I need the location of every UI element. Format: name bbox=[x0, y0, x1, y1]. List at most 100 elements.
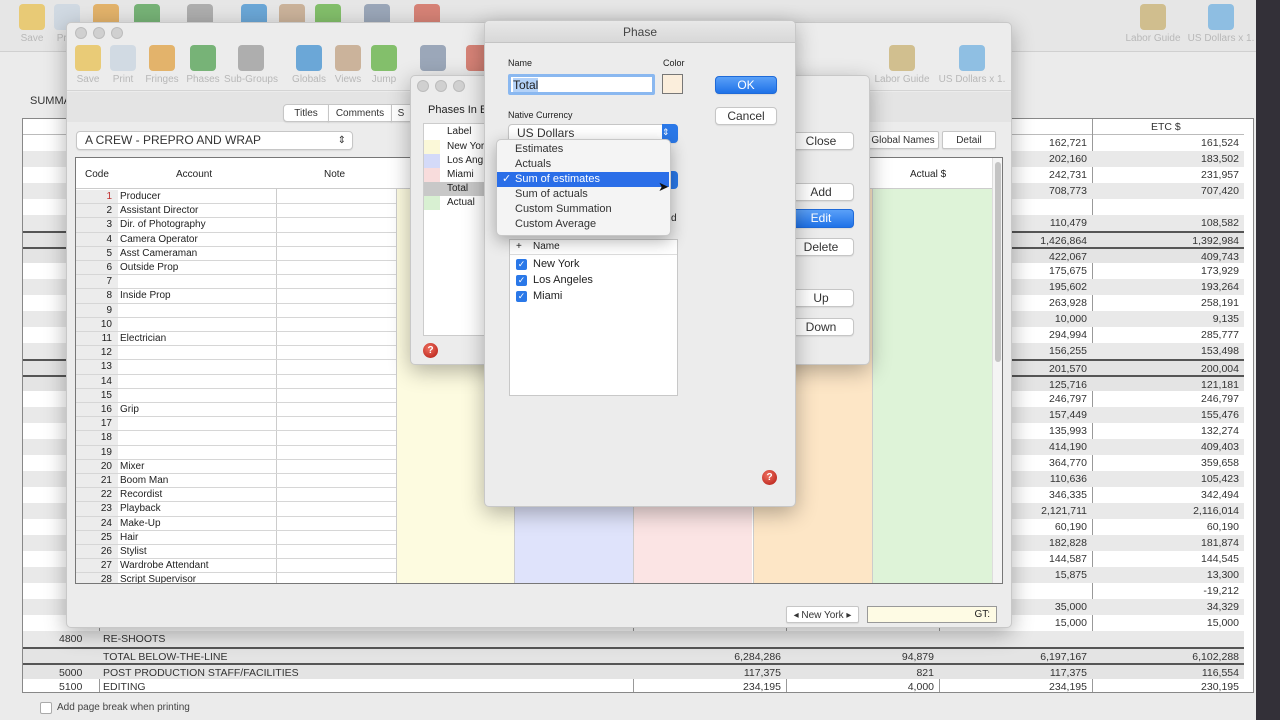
zoom-window-button[interactable] bbox=[111, 27, 123, 39]
menu-item-custom-summation[interactable]: Custom Summation bbox=[497, 202, 669, 217]
d-value-cell: 409,743 bbox=[1201, 251, 1239, 263]
detail-row[interactable]: 8 Inside Prop bbox=[76, 289, 396, 304]
menu-item-actuals[interactable]: Actuals bbox=[497, 157, 669, 172]
detail-row[interactable]: 23 Playback bbox=[76, 502, 396, 517]
account-select[interactable]: A CREW - PREPRO AND WRAP ⇕ bbox=[76, 131, 353, 150]
detail-row[interactable]: 6 Outside Prop bbox=[76, 261, 396, 276]
cancel-button[interactable]: Cancel bbox=[715, 107, 777, 125]
code-cell: 27 bbox=[76, 559, 118, 573]
c-value-cell: 117,375 bbox=[1049, 667, 1087, 679]
tab-titles[interactable]: Titles bbox=[283, 104, 329, 122]
detail-row[interactable]: 19 bbox=[76, 445, 396, 460]
c-value-cell: 201,570 bbox=[1049, 363, 1087, 375]
down-button[interactable]: Down bbox=[788, 318, 854, 336]
detail-row[interactable]: 5 Asst Cameraman bbox=[76, 246, 396, 261]
phase-nav-button[interactable]: ◂ New York ▸ bbox=[786, 606, 859, 623]
detail-row[interactable]: 11 Electrician bbox=[76, 332, 396, 347]
minimize-window-button[interactable] bbox=[435, 80, 447, 92]
currency-select-value: US Dollars bbox=[517, 126, 575, 140]
edit-button[interactable]: Edit bbox=[788, 209, 854, 228]
detail-row[interactable]: 24 Make-Up bbox=[76, 516, 396, 531]
detail-row[interactable]: 28 Script Supervisor bbox=[76, 573, 396, 583]
etc-column-header: ETC $ bbox=[1151, 121, 1181, 133]
zoom-window-button[interactable] bbox=[453, 80, 465, 92]
detail-row[interactable]: 7 bbox=[76, 275, 396, 290]
color-swatch[interactable] bbox=[662, 74, 683, 94]
toolbar-us-dollars-x--button[interactable]: US Dollars x 1. bbox=[1186, 4, 1256, 44]
c-value-cell: 144,587 bbox=[1049, 553, 1087, 565]
menu-item-sum-of-actuals[interactable]: Sum of actuals bbox=[497, 187, 669, 202]
c-value-cell: 195,602 bbox=[1049, 281, 1087, 293]
close-button[interactable]: Close bbox=[788, 132, 854, 150]
code-cell: 24 bbox=[76, 516, 118, 530]
detail-row[interactable]: 15 bbox=[76, 388, 396, 403]
subgroups-icon bbox=[238, 45, 264, 71]
detail-row[interactable]: 20 Mixer bbox=[76, 459, 396, 474]
detail-row[interactable]: 3 Dir. of Photography bbox=[76, 218, 396, 233]
detail-row[interactable]: 16 Grip bbox=[76, 403, 396, 418]
location-item[interactable]: ✓ Los Angeles bbox=[510, 273, 677, 289]
detail-row[interactable]: 1 Producer bbox=[76, 190, 396, 205]
location-item[interactable]: ✓ New York bbox=[510, 257, 677, 273]
close-window-button[interactable] bbox=[75, 27, 87, 39]
detail-row[interactable]: 4 Camera Operator bbox=[76, 232, 396, 247]
location-name: New York bbox=[533, 258, 580, 270]
scrollbar-thumb[interactable] bbox=[995, 162, 1001, 362]
menu-item-estimates[interactable]: Estimates bbox=[497, 142, 669, 157]
delete-button[interactable]: Delete bbox=[788, 238, 854, 256]
ok-button[interactable]: OK bbox=[715, 76, 777, 94]
page-break-checkbox[interactable] bbox=[40, 702, 52, 714]
global-names-button[interactable]: Global Names bbox=[867, 131, 939, 149]
summary-row[interactable]: 5000 POST PRODUCTION STAFF/FACILITIES 117,… bbox=[23, 663, 1244, 679]
detail-row[interactable]: 17 bbox=[76, 417, 396, 432]
detail-row[interactable]: 18 bbox=[76, 431, 396, 446]
checkbox-checked-icon[interactable]: ✓ bbox=[516, 275, 527, 286]
help-icon[interactable]: ? bbox=[762, 470, 777, 485]
c-value-cell: 242,731 bbox=[1049, 169, 1087, 181]
detail-row[interactable]: 21 Boom Man bbox=[76, 474, 396, 489]
c-value-cell: 110,636 bbox=[1049, 473, 1087, 485]
vertical-scrollbar[interactable] bbox=[992, 158, 1002, 583]
tab-comments[interactable]: Comments bbox=[328, 104, 392, 122]
location-item[interactable]: ✓ Miami bbox=[510, 289, 677, 305]
add-button[interactable]: Add bbox=[788, 183, 854, 201]
detail-row[interactable]: 25 Hair bbox=[76, 530, 396, 545]
toolbar-sub-groups-button[interactable]: Sub-Groups bbox=[221, 45, 281, 85]
tab-s[interactable]: S bbox=[391, 104, 411, 122]
name-input[interactable]: Total bbox=[508, 74, 655, 95]
detail-button[interactable]: Detail bbox=[942, 131, 996, 149]
detail-row[interactable]: 14 bbox=[76, 374, 396, 389]
minimize-window-button[interactable] bbox=[93, 27, 105, 39]
c-value-cell: 422,067 bbox=[1049, 251, 1087, 263]
up-button[interactable]: Up bbox=[788, 289, 854, 307]
phase-dialog: Phase Name Total Color OK Cancel Native … bbox=[484, 20, 796, 507]
detail-row[interactable]: 12 bbox=[76, 346, 396, 361]
detail-row[interactable]: 27 Wardrobe Attendant bbox=[76, 559, 396, 574]
account-cell: Stylist bbox=[120, 546, 147, 557]
summary-row[interactable]: 5100 EDITING 234,195 4,000 234,195 230,195 bbox=[23, 679, 1244, 692]
checkbox-checked-icon[interactable]: ✓ bbox=[516, 259, 527, 270]
toolbar-us-dollars-x--button[interactable]: US Dollars x 1. bbox=[937, 45, 1007, 85]
help-icon[interactable]: ? bbox=[423, 343, 438, 358]
detail-row[interactable]: 9 bbox=[76, 303, 396, 318]
detail-row[interactable]: 22 Recordist bbox=[76, 488, 396, 503]
account-cell: Inside Prop bbox=[120, 290, 171, 302]
detail-row[interactable]: 2 Assistant Director bbox=[76, 204, 396, 219]
detail-row[interactable]: 26 Stylist bbox=[76, 545, 396, 560]
d-value-cell: 707,420 bbox=[1201, 185, 1239, 197]
close-window-button[interactable] bbox=[417, 80, 429, 92]
detail-row[interactable]: 10 bbox=[76, 317, 396, 332]
toolbar-labor-guide-button[interactable]: Labor Guide bbox=[867, 45, 937, 85]
menu-item-sum-of-estimates[interactable]: ✓ Sum of estimates bbox=[497, 172, 669, 187]
code-cell: 25 bbox=[76, 530, 118, 544]
summary-row[interactable]: 4800 RE-SHOOTS bbox=[23, 631, 1244, 647]
code-cell: 11 bbox=[76, 332, 118, 346]
menu-item-custom-average[interactable]: Custom Average bbox=[497, 217, 669, 232]
code-cell: 16 bbox=[76, 403, 118, 417]
c-value-cell: 346,335 bbox=[1049, 489, 1087, 501]
checkbox-checked-icon[interactable]: ✓ bbox=[516, 291, 527, 302]
summary-row[interactable]: TOTAL BELOW-THE-LINE 6,284,286 94,879 6,197… bbox=[23, 647, 1244, 663]
summary-label: SUMMA bbox=[30, 95, 71, 107]
toolbar-labor-guide-button[interactable]: Labor Guide bbox=[1118, 4, 1188, 44]
detail-row[interactable]: 13 bbox=[76, 360, 396, 375]
